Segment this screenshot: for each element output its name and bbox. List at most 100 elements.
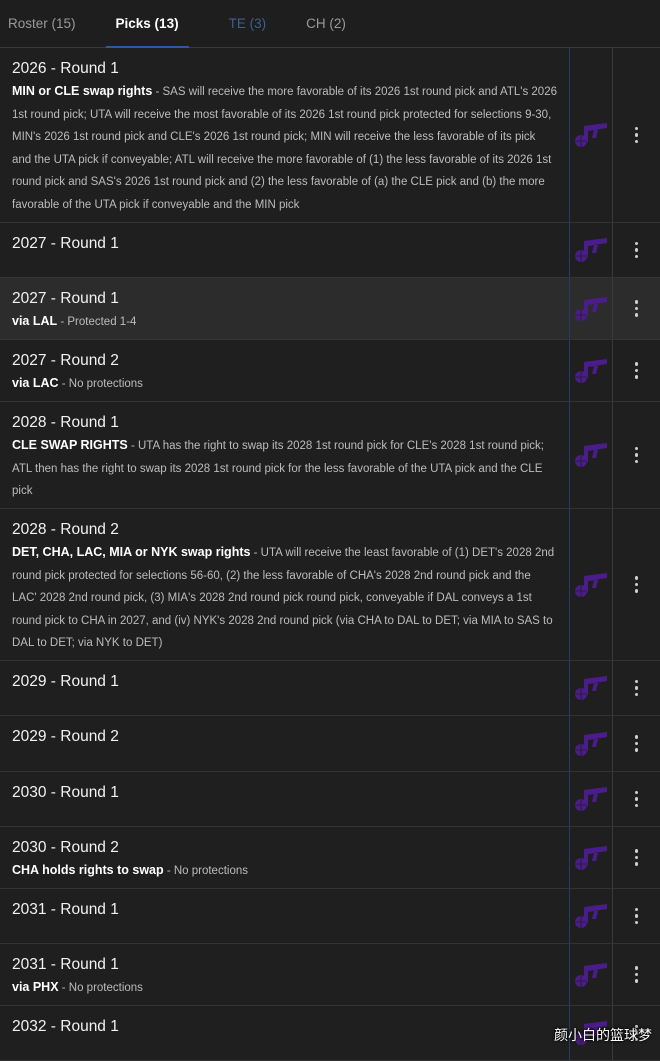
pick-details: 2028 - Round 2 DET, CHA, LAC, MIA or NYK … <box>0 509 570 660</box>
watermark: 颜小白的篮球梦 <box>554 1027 652 1043</box>
team-logo-cell <box>570 772 613 826</box>
pick-protection-note: CLE SWAP RIGHTS - UTA has the right to s… <box>12 434 557 503</box>
row-menu-cell <box>613 889 660 943</box>
more-options-icon[interactable] <box>631 123 643 148</box>
pick-details: 2030 - Round 2 CHA holds rights to swap -… <box>0 827 570 888</box>
pick-protection-note: via LAC - No protections <box>12 372 557 396</box>
more-options-icon[interactable] <box>631 845 643 870</box>
pick-title: 2027 - Round 2 <box>12 352 119 369</box>
pick-row[interactable]: 2029 - Round 1 <box>0 661 660 716</box>
team-logo-cell <box>570 509 613 660</box>
more-options-icon[interactable] <box>631 676 643 701</box>
row-menu-cell <box>613 340 660 401</box>
team-logo-cell <box>570 402 613 508</box>
picks-list: 2026 - Round 1 MIN or CLE swap rights - S… <box>0 48 660 1061</box>
pick-row[interactable]: 2031 - Round 1 via PHX - No protections <box>0 944 660 1006</box>
pick-protection-note: via LAL - Protected 1-4 <box>12 310 557 334</box>
row-menu-cell <box>613 944 660 1005</box>
more-options-icon[interactable] <box>631 296 643 321</box>
team-logo-cell <box>570 889 613 943</box>
pick-row[interactable]: 2028 - Round 1 CLE SWAP RIGHTS - UTA has … <box>0 402 660 509</box>
utah-jazz-note-icon <box>575 296 607 321</box>
tab-picks[interactable]: Picks (13) <box>105 0 189 48</box>
row-menu-cell <box>613 716 660 771</box>
utah-jazz-note-icon <box>575 238 607 262</box>
pick-protection-note: MIN or CLE swap rights - SAS will receiv… <box>12 80 557 216</box>
pick-details: 2029 - Round 1 <box>0 661 570 715</box>
row-menu-cell <box>613 223 660 277</box>
utah-jazz-note-icon <box>575 443 607 467</box>
pick-details: 2028 - Round 1 CLE SWAP RIGHTS - UTA has … <box>0 402 570 508</box>
pick-row[interactable]: 2029 - Round 2 <box>0 716 660 772</box>
tab-bar: Roster (15) Picks (13) TE (3) CH (2) <box>0 0 660 48</box>
pick-protection-note: CHA holds rights to swap - No protection… <box>12 859 557 883</box>
utah-jazz-note-icon <box>575 962 607 987</box>
pick-protection-note: DET, CHA, LAC, MIA or NYK swap rights - … <box>12 541 557 655</box>
team-logo-cell <box>570 944 613 1005</box>
more-options-icon[interactable] <box>631 787 643 812</box>
tab-ch[interactable]: CH (2) <box>306 0 346 47</box>
pick-title: 2028 - Round 1 <box>12 414 119 431</box>
team-logo-cell <box>570 716 613 771</box>
more-options-icon[interactable] <box>631 572 643 597</box>
team-logo-cell <box>570 340 613 401</box>
team-logo-cell <box>570 223 613 277</box>
utah-jazz-note-icon <box>575 676 607 700</box>
pick-details: 2026 - Round 1 MIN or CLE swap rights - S… <box>0 48 570 222</box>
pick-note-label: DET, CHA, LAC, MIA or NYK swap rights <box>12 545 251 559</box>
row-menu-cell <box>613 402 660 508</box>
utah-jazz-note-icon <box>575 358 607 383</box>
pick-row[interactable]: 2028 - Round 2 DET, CHA, LAC, MIA or NYK … <box>0 509 660 661</box>
pick-details: 2030 - Round 1 <box>0 772 570 826</box>
pick-row[interactable]: 2030 - Round 1 <box>0 772 660 827</box>
pick-title: 2030 - Round 2 <box>12 839 119 856</box>
more-options-icon[interactable] <box>631 443 643 468</box>
utah-jazz-note-icon <box>575 845 607 870</box>
pick-row[interactable]: 2031 - Round 1 <box>0 889 660 944</box>
row-menu-cell <box>613 772 660 826</box>
pick-title: 2028 - Round 2 <box>12 521 119 538</box>
pick-protection-note: via PHX - No protections <box>12 976 557 1000</box>
utah-jazz-note-icon <box>575 731 607 756</box>
pick-row[interactable]: 2027 - Round 2 via LAC - No protections <box>0 340 660 402</box>
pick-title: 2027 - Round 1 <box>12 235 119 252</box>
row-menu-cell <box>613 827 660 888</box>
pick-note-label: via PHX <box>12 980 59 994</box>
pick-row[interactable]: 2027 - Round 1 <box>0 223 660 278</box>
team-logo-cell <box>570 661 613 715</box>
pick-details: 2027 - Round 2 via LAC - No protections <box>0 340 570 401</box>
pick-title: 2032 - Round 1 <box>12 1018 119 1035</box>
tab-te[interactable]: TE (3) <box>229 0 267 47</box>
pick-details: 2031 - Round 1 via PHX - No protections <box>0 944 570 1005</box>
pick-note-detail: - No protections <box>58 982 143 994</box>
pick-row[interactable]: 2026 - Round 1 MIN or CLE swap rights - S… <box>0 48 660 223</box>
row-menu-cell <box>613 48 660 222</box>
more-options-icon[interactable] <box>631 238 643 263</box>
pick-row[interactable]: 2030 - Round 2 CHA holds rights to swap -… <box>0 827 660 889</box>
more-options-icon[interactable] <box>631 962 643 987</box>
utah-jazz-note-icon <box>575 572 607 597</box>
pick-row[interactable]: 2027 - Round 1 via LAL - Protected 1-4 <box>0 278 660 340</box>
pick-note-label: via LAC <box>12 376 59 390</box>
tab-roster[interactable]: Roster (15) <box>8 0 76 47</box>
pick-title: 2029 - Round 2 <box>12 728 119 745</box>
pick-note-detail: - SAS will receive the more favorable of… <box>12 86 557 211</box>
more-options-icon[interactable] <box>631 731 643 756</box>
pick-note-label: via LAL <box>12 314 58 328</box>
pick-details: 2027 - Round 1 <box>0 223 570 277</box>
pick-details: 2029 - Round 2 <box>0 716 570 771</box>
pick-note-label: CHA holds rights to swap <box>12 863 164 877</box>
pick-note-label: CLE SWAP RIGHTS <box>12 438 128 452</box>
row-menu-cell <box>613 661 660 715</box>
more-options-icon[interactable] <box>631 904 643 929</box>
pick-title: 2031 - Round 1 <box>12 901 119 918</box>
pick-title: 2029 - Round 1 <box>12 673 119 690</box>
pick-title: 2030 - Round 1 <box>12 784 119 801</box>
more-options-icon[interactable] <box>631 358 643 383</box>
team-logo-cell <box>570 827 613 888</box>
utah-jazz-note-icon <box>575 123 607 147</box>
pick-note-detail: - Protected 1-4 <box>57 316 137 328</box>
team-logo-cell <box>570 278 613 339</box>
row-menu-cell <box>613 509 660 660</box>
row-menu-cell <box>613 278 660 339</box>
